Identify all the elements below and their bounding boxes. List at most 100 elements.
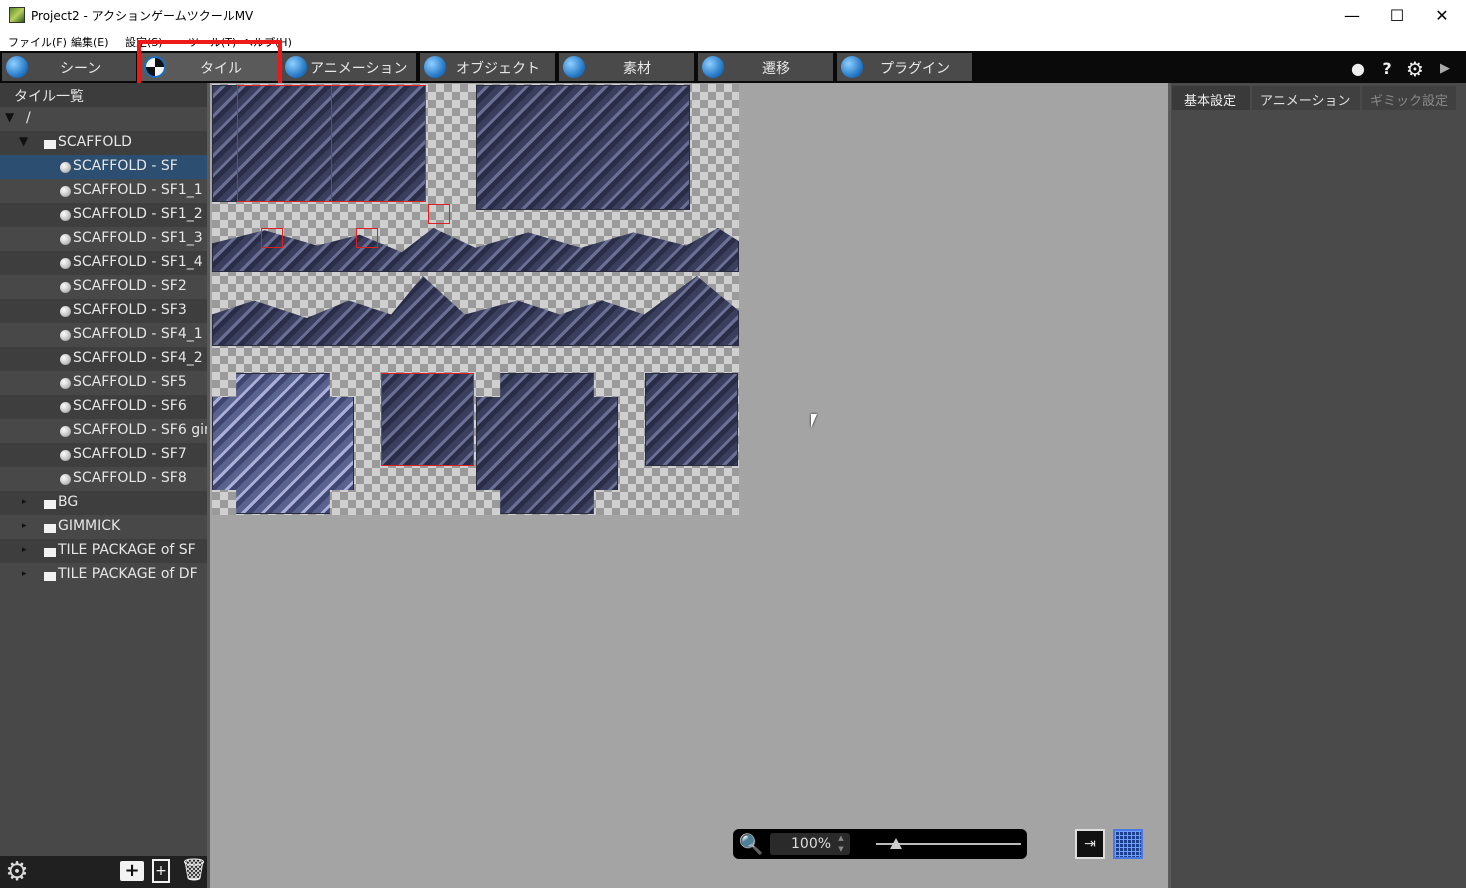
menu-edit[interactable]: 編集(E) <box>71 34 109 50</box>
tile-icon <box>60 330 71 341</box>
tree-item[interactable]: SCAFFOLD - SF5 <box>0 371 207 395</box>
settings-icon[interactable]: ⚙ <box>3 858 31 886</box>
tree-folder-tile-package-sf[interactable]: ▸ TILE PACKAGE of SF <box>0 539 207 563</box>
tree-label: SCAFFOLD - SF7 <box>73 446 187 462</box>
object-icon <box>424 56 446 78</box>
tree-folder-gimmick[interactable]: ▸ GIMMICK <box>0 515 207 539</box>
tree-label: SCAFFOLD - SF5 <box>73 374 187 390</box>
record-icon[interactable]: ● <box>1349 60 1367 78</box>
tile-icon <box>60 162 71 173</box>
collapse-arrow-icon[interactable]: ▸ <box>22 545 27 555</box>
tree-root[interactable]: ▼ / <box>0 107 207 131</box>
tree-folder-scaffold[interactable]: ▼ SCAFFOLD <box>0 131 207 155</box>
app-icon <box>9 7 25 23</box>
tab-label: プラグイン <box>880 61 950 77</box>
tree-label: / <box>26 110 31 126</box>
tree-item[interactable]: SCAFFOLD - SF7 <box>0 443 207 467</box>
tile-icon <box>60 426 71 437</box>
grid-toggle-icon[interactable] <box>1113 829 1143 859</box>
tree-item[interactable]: SCAFFOLD - SF2 <box>0 275 207 299</box>
tree-label: SCAFFOLD - SF1_2 <box>73 206 203 222</box>
tree-folder-tile-package-df[interactable]: ▸ TILE PACKAGE of DF <box>0 563 207 587</box>
window-title: Project2 - アクションゲームツクールMV <box>31 9 254 23</box>
tree-label: SCAFFOLD - SF1_3 <box>73 230 203 246</box>
folder-icon <box>44 572 56 581</box>
tile-icon <box>60 402 71 413</box>
tab-label: アニメーション <box>1260 94 1351 109</box>
folder-icon <box>44 140 56 149</box>
tree-item[interactable]: SCAFFOLD - SF6 gimmick <box>0 419 207 443</box>
tab-object[interactable]: オブジェクト <box>420 53 555 81</box>
tab-basic-settings[interactable]: 基本設定 <box>1172 86 1250 110</box>
tree-item[interactable]: SCAFFOLD - SF6 <box>0 395 207 419</box>
tab-scene[interactable]: シーン <box>2 53 136 81</box>
tab-animation-settings[interactable]: アニメーション <box>1252 86 1360 110</box>
play-icon[interactable]: ▶ <box>1436 60 1454 78</box>
add-tile-icon[interactable]: + <box>152 859 170 883</box>
tile-list-title: タイル一覧 <box>14 89 84 105</box>
tree-item[interactable]: SCAFFOLD - SF1_2 <box>0 203 207 227</box>
tree-item[interactable]: SCAFFOLD - SF1_1 <box>0 179 207 203</box>
tab-plugin[interactable]: プラグイン <box>837 53 972 81</box>
tile-icon <box>60 258 71 269</box>
tile-selection-box <box>331 85 426 202</box>
tab-gimmick-settings[interactable]: ギミック設定 <box>1362 86 1456 110</box>
tile-selection-box <box>381 373 474 466</box>
zoom-spinner-icon[interactable]: ▲ ▼ <box>836 833 846 855</box>
folder-icon <box>44 500 56 509</box>
fit-view-icon[interactable]: ⇥ <box>1075 829 1105 859</box>
tab-transition[interactable]: 遷移 <box>698 53 833 81</box>
properties-panel <box>1168 83 1466 888</box>
help-icon[interactable]: ? <box>1378 60 1396 78</box>
zoom-slider-thumb[interactable] <box>890 838 902 849</box>
minimize-button[interactable]: — <box>1329 0 1375 31</box>
tree-label: SCAFFOLD - SF4_2 <box>73 350 203 366</box>
tree-item[interactable]: SCAFFOLD - SF1_3 <box>0 227 207 251</box>
tree-item[interactable]: SCAFFOLD - SF1_4 <box>0 251 207 275</box>
maximize-button[interactable]: ☐ <box>1374 0 1420 31</box>
tree-label: SCAFFOLD - SF1_1 <box>73 182 203 198</box>
tile-selection-box <box>261 228 283 248</box>
tab-label: アニメーション <box>310 61 408 77</box>
panel-splitter[interactable] <box>1168 83 1171 888</box>
tab-animation[interactable]: アニメーション <box>281 53 416 81</box>
settings-icon[interactable]: ⚙ <box>1406 59 1424 79</box>
mouse-cursor-icon <box>811 414 817 428</box>
tile-block <box>476 85 690 210</box>
folder-icon <box>44 524 56 533</box>
add-folder-icon[interactable]: + <box>120 861 144 881</box>
tile-icon <box>60 378 71 389</box>
tree-item[interactable]: SCAFFOLD - SF4_1 <box>0 323 207 347</box>
tile-icon <box>60 354 71 365</box>
tile-icon <box>60 306 71 317</box>
zoom-icon[interactable]: 🔍 <box>738 832 764 856</box>
delete-icon[interactable]: 🗑 <box>180 858 208 884</box>
tree-label: SCAFFOLD <box>58 134 132 150</box>
menu-file[interactable]: ファイル(F) <box>8 34 67 50</box>
tree-item[interactable]: SCAFFOLD - SF3 <box>0 299 207 323</box>
expand-arrow-icon[interactable]: ▼ <box>5 110 14 124</box>
tab-material[interactable]: 素材 <box>559 53 694 81</box>
tile-icon <box>60 282 71 293</box>
tree-folder-bg[interactable]: ▸ BG <box>0 491 207 515</box>
animation-icon <box>285 56 307 78</box>
transition-icon <box>702 56 724 78</box>
tile-block <box>645 373 738 466</box>
collapse-arrow-icon[interactable]: ▸ <box>22 569 27 579</box>
tab-label: シーン <box>60 61 102 77</box>
tree-label: SCAFFOLD - SF1_4 <box>73 254 203 270</box>
tile-icon <box>60 474 71 485</box>
expand-arrow-icon[interactable]: ▼ <box>19 134 28 148</box>
tile-icon <box>60 186 71 197</box>
collapse-arrow-icon[interactable]: ▸ <box>22 521 27 531</box>
tree-item[interactable]: SCAFFOLD - SF4_2 <box>0 347 207 371</box>
tree-label: BG <box>58 494 79 510</box>
collapse-arrow-icon[interactable]: ▸ <box>22 497 27 507</box>
tree-label: GIMMICK <box>58 518 121 534</box>
tree-item[interactable]: SCAFFOLD - SF8 <box>0 467 207 491</box>
tab-label: 基本設定 <box>1184 94 1237 109</box>
tab-label: 遷移 <box>762 61 790 77</box>
tree-item[interactable]: SCAFFOLD - SF <box>0 155 207 179</box>
close-button[interactable]: ✕ <box>1419 0 1465 31</box>
tree-label: SCAFFOLD - SF8 <box>73 470 187 486</box>
